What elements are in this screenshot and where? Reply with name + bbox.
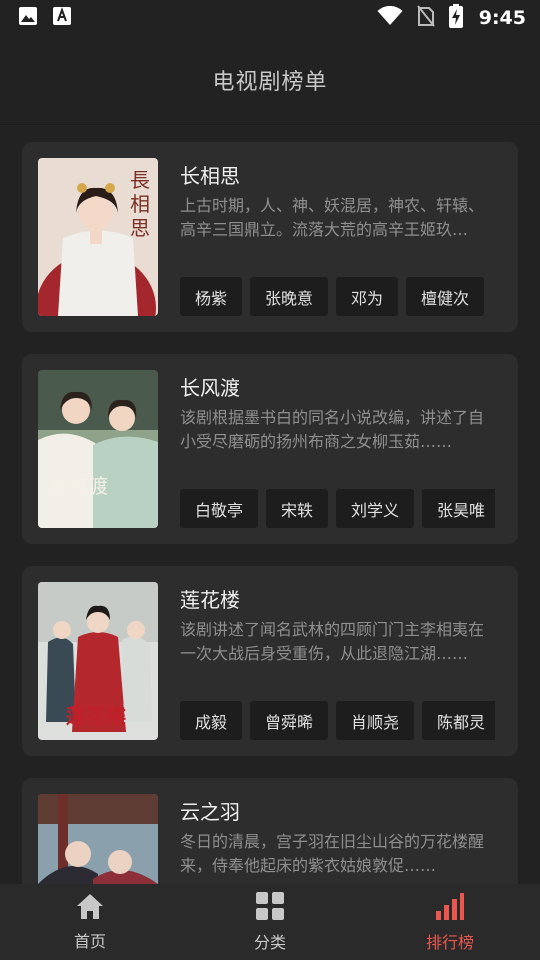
drama-title: 莲花楼	[180, 588, 240, 612]
drama-description: 上古时期，人、神、妖混居，神农、轩辕、高辛三国鼎立。流落大荒的高辛王姬玖瑶……	[180, 196, 485, 239]
cast-tag[interactable]: 刘学义	[336, 489, 415, 528]
cast-row: 成毅 曾舜晞 肖顺尧 陈都灵	[180, 701, 495, 740]
wifi-icon	[377, 5, 403, 30]
nav-item-category[interactable]: 分类	[180, 884, 360, 960]
grid-icon	[255, 891, 285, 925]
nav-item-home[interactable]: 首页	[0, 884, 180, 960]
cast-tag[interactable]: 张晚意	[250, 277, 329, 316]
home-icon	[75, 892, 105, 924]
battery-charging-icon	[448, 4, 463, 32]
cast-tag[interactable]: 檀健次	[406, 277, 485, 316]
cast-row: 杨紫 张晚意 邓为 檀健次	[180, 277, 495, 316]
cast-tag[interactable]: 杨紫	[180, 277, 243, 316]
no-sim-icon	[416, 5, 435, 31]
cast-tag[interactable]: 肖顺尧	[336, 701, 415, 740]
nav-label-category: 分类	[253, 933, 286, 952]
cast-tag[interactable]: 陈都灵	[422, 701, 495, 740]
nav-item-ranking[interactable]: 排行榜	[360, 884, 540, 960]
status-bar: 9:45	[0, 0, 540, 36]
header: 电视剧榜单	[0, 36, 540, 125]
nav-label-home: 首页	[73, 932, 106, 951]
cast-tag[interactable]: 白敬亭	[180, 489, 259, 528]
drama-title: 长风渡	[180, 376, 240, 400]
cast-tag[interactable]: 张昊唯	[422, 489, 495, 528]
cast-row: 白敬亭 宋轶 刘学义 张昊唯	[180, 489, 495, 528]
bottom-nav: 首页 分类 排行榜	[0, 884, 540, 960]
drama-poster[interactable]: 長風渡	[38, 370, 158, 528]
drama-poster[interactable]: 長相思	[38, 158, 158, 316]
cast-tag[interactable]: 曾舜晞	[250, 701, 329, 740]
drama-description: 该剧讲述了闻名武林的四顾门门主李相夷在一次大战后身受重伤，从此退隐江湖……	[180, 620, 485, 663]
image-notification-icon	[18, 6, 38, 30]
poster-caption: 長相思	[130, 168, 150, 240]
drama-poster[interactable]: 蓮花樓	[38, 582, 158, 740]
cast-tag[interactable]: 宋轶	[266, 489, 329, 528]
status-right: 9:45	[377, 4, 526, 32]
drama-description: 冬日的清晨，宫子羽在旧尘山谷的万花楼醒来，侍奉他起床的紫衣姑娘敦促……	[180, 832, 485, 875]
drama-title: 长相思	[180, 164, 240, 188]
drama-title: 云之羽	[180, 800, 240, 824]
drama-description: 该剧根据墨书白的同名小说改编，讲述了自小受尽磨砺的扬州布商之女柳玉茹……	[180, 408, 485, 451]
drama-card[interactable]: 云之羽 冬日的清晨，宫子羽在旧尘山谷的万花楼醒来，侍奉他起床的紫衣姑娘敦促……	[22, 778, 518, 884]
ranking-chart-icon	[435, 891, 465, 925]
poster-caption: 長風渡	[48, 474, 108, 498]
page-title: 电视剧榜单	[212, 70, 328, 95]
poster-caption: 蓮花樓	[66, 704, 126, 728]
cast-tag[interactable]: 成毅	[180, 701, 243, 740]
drama-poster[interactable]	[38, 794, 158, 884]
nav-label-ranking: 排行榜	[425, 933, 474, 952]
font-notification-icon	[52, 6, 72, 30]
drama-card[interactable]: 長風渡 长风渡 该剧根据墨书白的同名小说改编，讲述了自小受尽磨砺的扬州布商之女柳…	[22, 354, 518, 544]
cast-tag[interactable]: 邓为	[336, 277, 399, 316]
drama-list[interactable]: 長相思 长相思 上古时期，人、神、妖混居，神农、轩辕、高辛三国鼎立。流落大荒的高…	[22, 142, 518, 884]
drama-card[interactable]: 長相思 长相思 上古时期，人、神、妖混居，神农、轩辕、高辛三国鼎立。流落大荒的高…	[22, 142, 518, 332]
drama-card[interactable]: 蓮花樓 莲花楼 该剧讲述了闻名武林的四顾门门主李相夷在一次大战后身受重伤，从此退…	[22, 566, 518, 756]
status-time: 9:45	[478, 7, 526, 29]
status-left	[18, 6, 72, 30]
